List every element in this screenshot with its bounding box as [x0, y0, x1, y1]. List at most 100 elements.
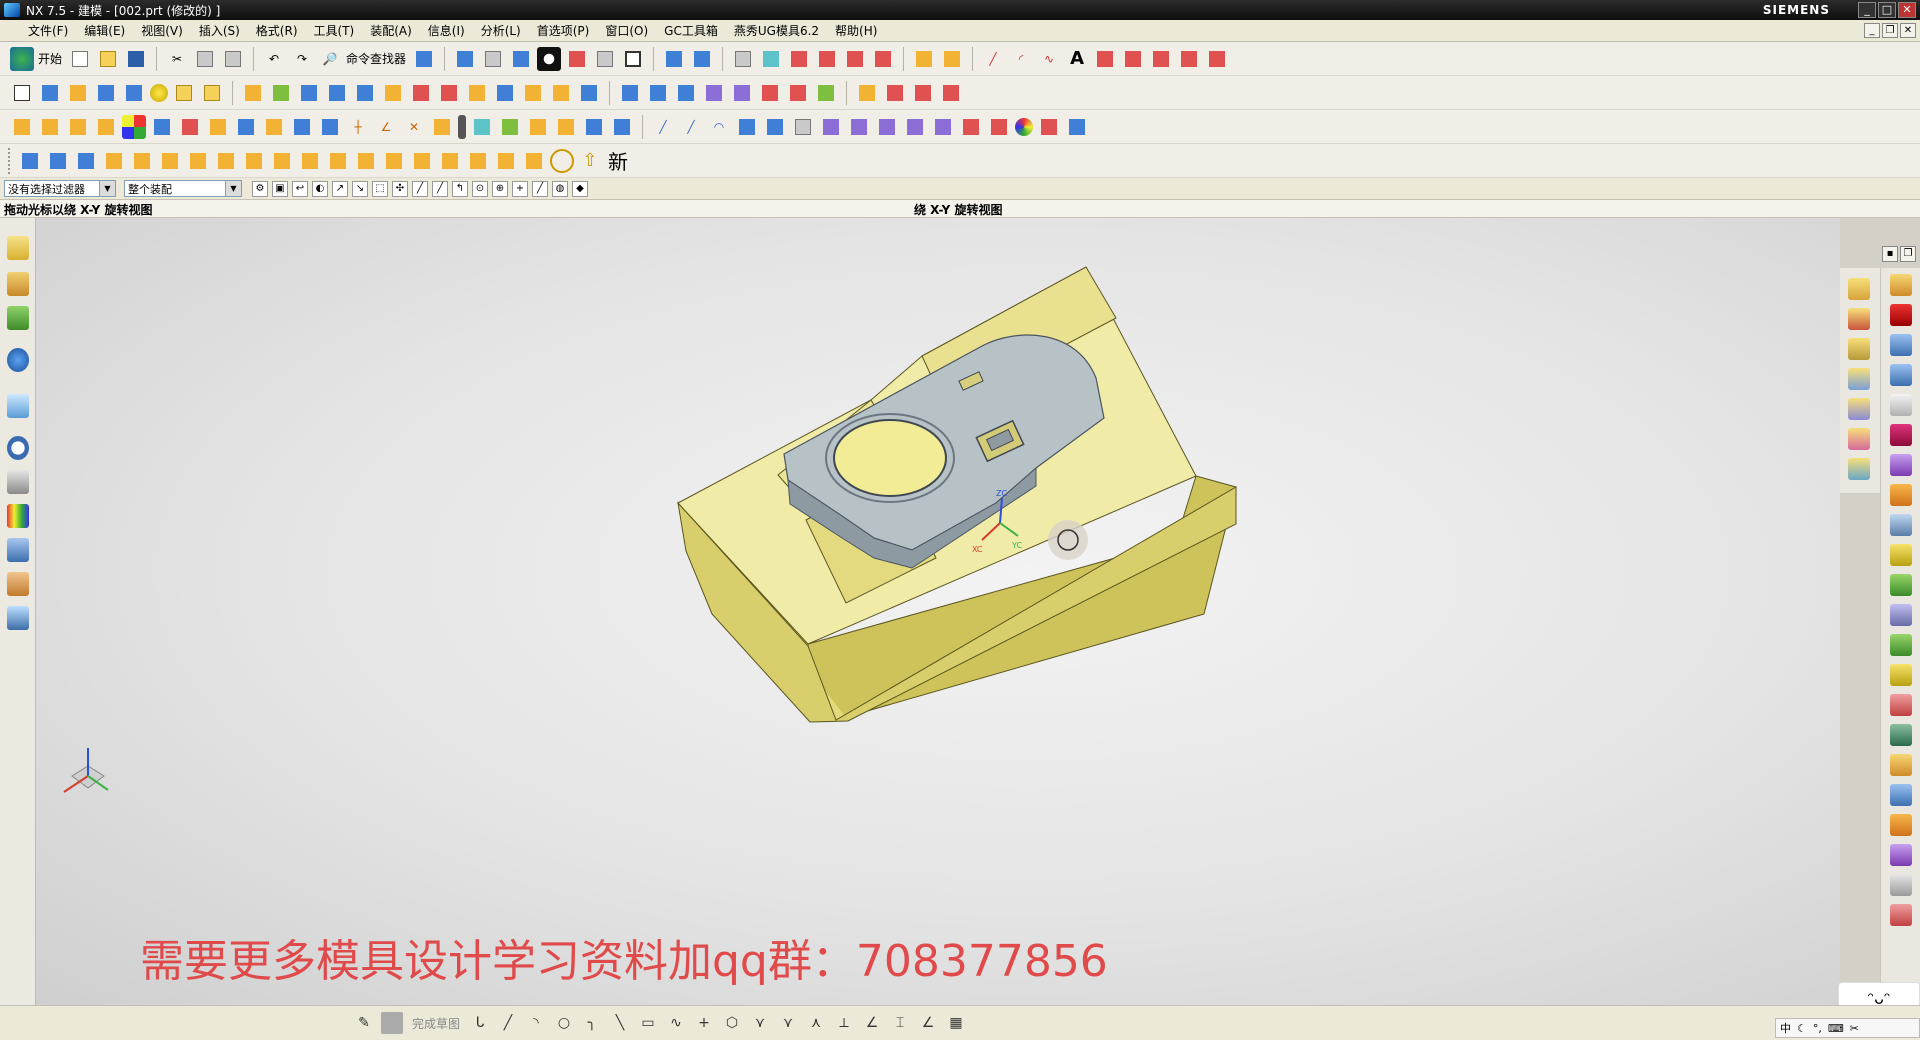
quick-trim-icon[interactable]: ⋎	[749, 1012, 771, 1034]
snap-bounded-icon[interactable]: ◆	[572, 180, 588, 197]
deselect-icon[interactable]: ↩	[292, 180, 308, 197]
section-icon[interactable]	[565, 47, 589, 71]
n-sided-icon[interactable]	[758, 81, 782, 105]
reuse-library-icon[interactable]	[7, 348, 29, 372]
panel-options-icon[interactable]: ▪	[1882, 246, 1898, 262]
snap-icon[interactable]	[412, 47, 436, 71]
sketch-icon[interactable]	[10, 81, 34, 105]
minimize-button[interactable]: _	[1858, 2, 1876, 18]
csys-icon[interactable]	[843, 47, 867, 71]
slider-icon[interactable]	[158, 149, 182, 173]
hidden-edges-icon[interactable]	[593, 47, 617, 71]
through-curves-icon[interactable]	[618, 81, 642, 105]
project-curve-icon[interactable]	[1121, 47, 1145, 71]
profile-sketch-icon[interactable]: ᒐ	[469, 1012, 491, 1034]
shrinkage-icon[interactable]	[1848, 458, 1870, 480]
bom-lib-icon[interactable]	[1890, 664, 1912, 686]
menu-edit[interactable]: 编辑(E)	[76, 22, 133, 39]
guide-pin-icon[interactable]	[466, 149, 490, 173]
offset-region-icon[interactable]	[610, 115, 634, 139]
offset-surface-icon[interactable]	[702, 81, 726, 105]
through-mesh-icon[interactable]	[646, 81, 670, 105]
extrude-icon[interactable]	[241, 81, 265, 105]
thicken-icon[interactable]	[94, 115, 118, 139]
assembly-navigator-icon[interactable]	[7, 236, 29, 260]
menu-analysis[interactable]: 分析(L)	[473, 22, 529, 39]
convert-reference-icon[interactable]: ∠	[917, 1012, 939, 1034]
block-icon[interactable]	[122, 81, 146, 105]
gate-icon[interactable]	[214, 149, 238, 173]
history-icon[interactable]	[7, 436, 29, 460]
family-mold-icon[interactable]	[1848, 428, 1870, 450]
mold-tools-4-icon[interactable]	[1890, 904, 1912, 926]
draft-icon[interactable]	[939, 81, 963, 105]
thickness-icon[interactable]	[987, 115, 1011, 139]
auto-constrain-icon[interactable]: ∠	[861, 1012, 883, 1034]
menu-tools[interactable]: 工具(T)	[306, 22, 363, 39]
ejector-lib-icon[interactable]	[1890, 394, 1912, 416]
snap-control-icon[interactable]: ╱	[432, 180, 448, 197]
wave-link-icon[interactable]	[554, 115, 578, 139]
panel-float-icon[interactable]: ❐	[1900, 246, 1916, 262]
datum-axis-icon[interactable]	[66, 81, 90, 105]
undo-icon[interactable]: ↶	[262, 47, 286, 71]
deviation-icon[interactable]	[931, 115, 955, 139]
arc-icon[interactable]: ◝	[525, 1012, 547, 1034]
pocket-mold-icon[interactable]	[270, 149, 294, 173]
circle-arc-icon[interactable]: ◠	[707, 115, 731, 139]
assembly-icon[interactable]	[1065, 115, 1089, 139]
remove-param-icon[interactable]: ✕	[402, 115, 426, 139]
shell-icon[interactable]	[66, 115, 90, 139]
lifter-icon[interactable]	[186, 149, 210, 173]
select-box-icon[interactable]: ⬚	[372, 180, 388, 197]
point-snap-icon[interactable]	[759, 47, 783, 71]
system-scene-icon[interactable]	[7, 606, 29, 630]
cut-icon[interactable]: ✂	[165, 47, 189, 71]
roles-icon[interactable]	[7, 572, 29, 596]
open-icon[interactable]	[96, 47, 120, 71]
menu-window[interactable]: 窗口(O)	[597, 22, 656, 39]
measure-angle-icon[interactable]	[940, 47, 964, 71]
copy-icon[interactable]	[193, 47, 217, 71]
plane-icon[interactable]	[815, 47, 839, 71]
make-corner-icon[interactable]: ⋏	[805, 1012, 827, 1034]
sphere-icon[interactable]	[150, 83, 168, 102]
workpiece-icon[interactable]	[1848, 368, 1870, 390]
text-icon[interactable]: A	[1065, 47, 1089, 71]
ime-keyboard-icon[interactable]: ⌨	[1828, 1022, 1844, 1035]
sketch-icon[interactable]: ✎	[353, 1012, 375, 1034]
bom-icon[interactable]	[550, 148, 574, 173]
gate-lib-icon[interactable]	[1890, 484, 1912, 506]
standard-lib-icon[interactable]	[1890, 364, 1912, 386]
mold-layout-icon[interactable]	[18, 149, 42, 173]
edit-object-icon[interactable]	[1037, 115, 1061, 139]
line-2-icon[interactable]: ╱	[679, 115, 703, 139]
redo-icon[interactable]: ↷	[290, 47, 314, 71]
snap-on-face-icon[interactable]: ◍	[552, 180, 568, 197]
constraint-navigator-icon[interactable]	[7, 272, 29, 296]
quick-extend-icon[interactable]: ⋎	[777, 1012, 799, 1034]
move-object-icon[interactable]	[871, 47, 895, 71]
orient-icon[interactable]	[509, 47, 533, 71]
spline-icon[interactable]: ∿	[1037, 47, 1061, 71]
bounded-plane-icon[interactable]	[786, 81, 810, 105]
section-curve-icon[interactable]	[1177, 47, 1201, 71]
move-face-icon[interactable]	[290, 115, 314, 139]
menu-yanxiu-mold[interactable]: 燕秀UG模具6.2	[726, 22, 827, 39]
menu-gc-toolkit[interactable]: GC工具箱	[656, 22, 726, 39]
start-button[interactable]: 开始	[38, 50, 62, 67]
fillet-icon[interactable]: ╮	[581, 1012, 603, 1034]
combine-icon[interactable]	[178, 115, 202, 139]
extract-geometry-icon[interactable]	[430, 115, 454, 139]
select-body-icon[interactable]: ↘	[352, 180, 368, 197]
line-icon[interactable]: ╱	[497, 1012, 519, 1034]
delete-face-icon[interactable]	[318, 115, 342, 139]
model-scene[interactable]: ZC XC YC	[36, 218, 1840, 1005]
cylinder-icon[interactable]	[94, 81, 118, 105]
revolve-icon[interactable]	[269, 81, 293, 105]
hd3d-tools-icon[interactable]	[7, 394, 29, 418]
curvature-icon[interactable]	[847, 115, 871, 139]
command-finder-button[interactable]: 命令查找器	[346, 50, 406, 67]
mold-base-lib-icon[interactable]	[1890, 334, 1912, 356]
slot-icon[interactable]	[409, 81, 433, 105]
